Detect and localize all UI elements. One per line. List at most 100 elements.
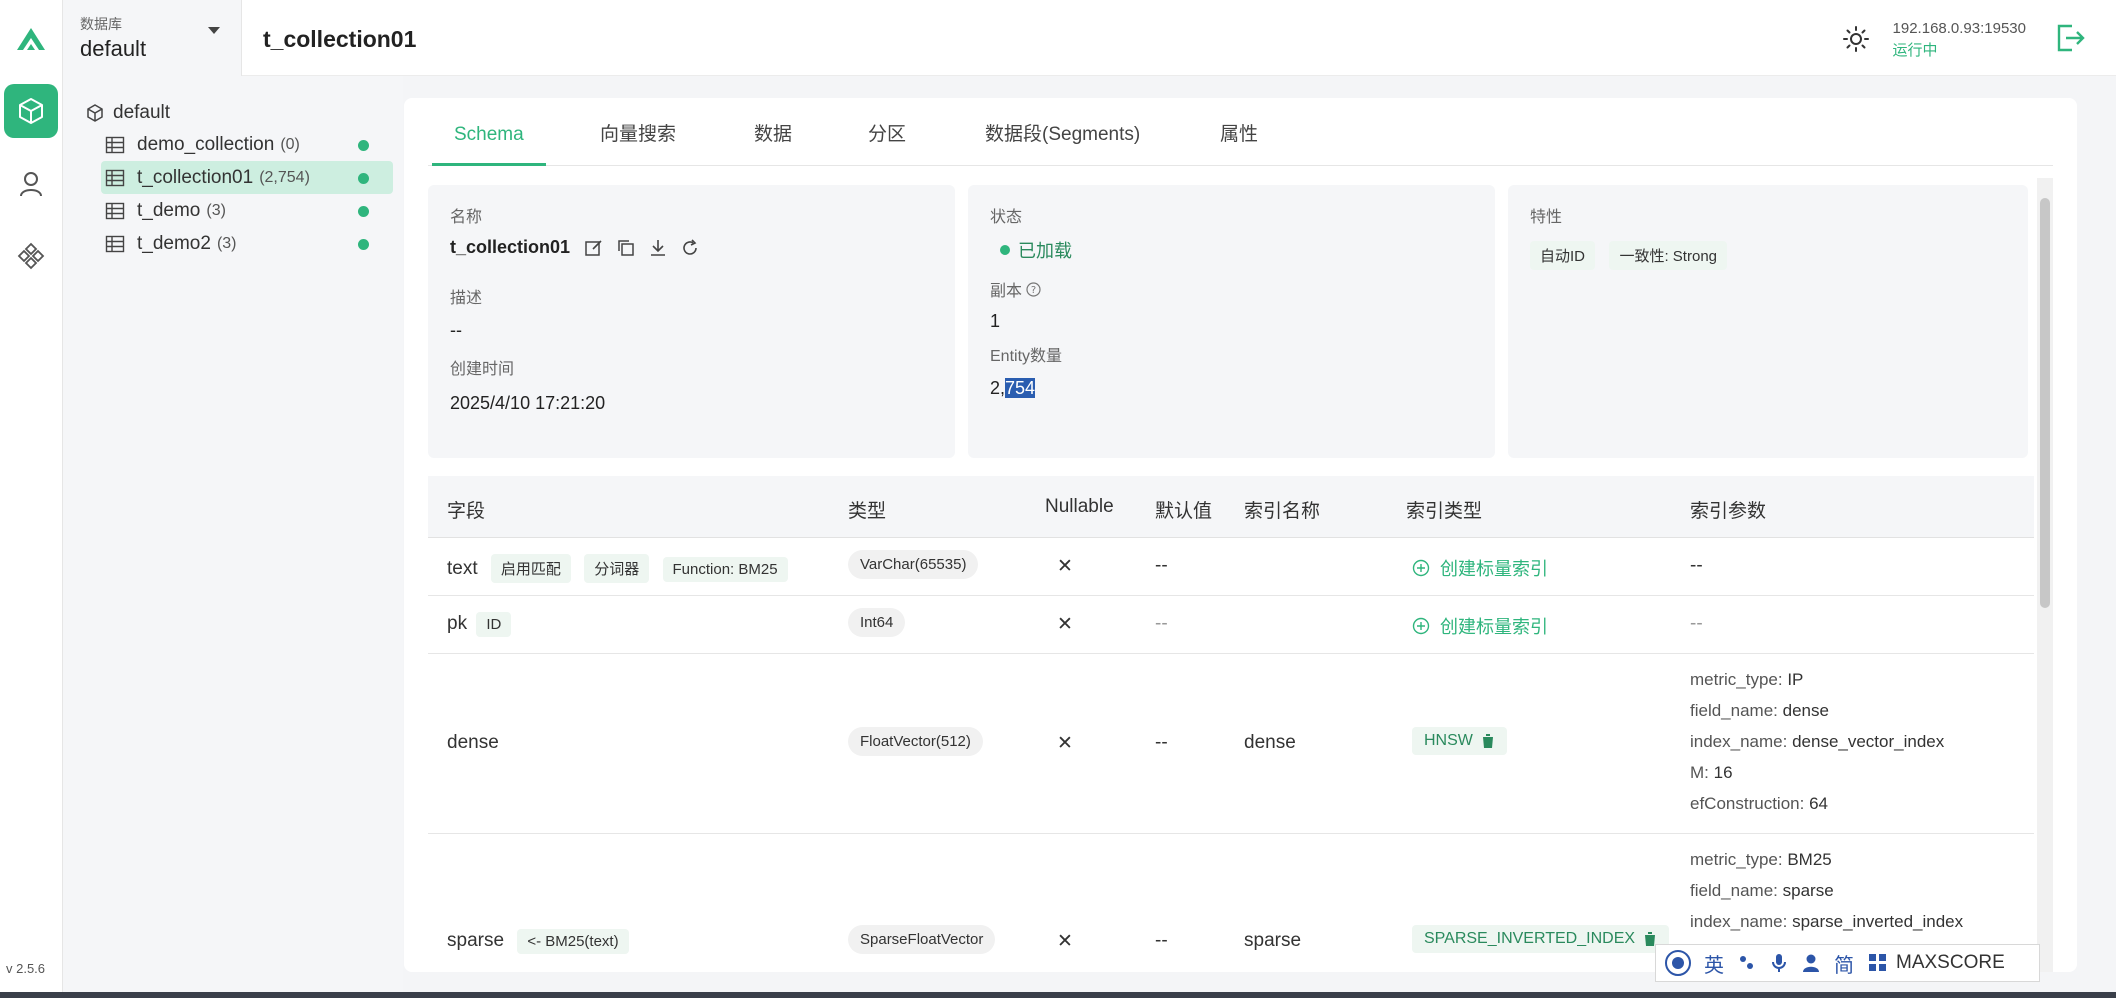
database-value: default bbox=[80, 36, 147, 61]
tree-root-label: default bbox=[113, 102, 171, 123]
state-value: 已加载 bbox=[1018, 241, 1072, 261]
create-scalar-index-link[interactable]: 创建标量索引 bbox=[1412, 555, 1548, 583]
scrollbar-thumb[interactable] bbox=[2040, 198, 2050, 608]
column-header-nullable: Nullable bbox=[1045, 496, 1114, 517]
nullable-value: ✕ bbox=[1057, 614, 1073, 635]
param-value: dense bbox=[1782, 701, 1829, 720]
create-scalar-index-label: 创建标量索引 bbox=[1440, 617, 1548, 637]
param-key: metric_type: bbox=[1690, 850, 1783, 869]
download-icon[interactable] bbox=[648, 238, 668, 258]
tree-item-count: (3) bbox=[206, 201, 226, 219]
edit-icon[interactable] bbox=[584, 238, 604, 258]
default-value: -- bbox=[1155, 555, 1168, 576]
tree-item-t-demo[interactable]: t_demo (3) bbox=[101, 194, 393, 227]
field-name: text bbox=[447, 558, 478, 579]
column-header-index-params: 索引参数 bbox=[1690, 501, 1767, 522]
ime-logo-icon[interactable] bbox=[1664, 949, 1692, 977]
type-chip: Int64 bbox=[848, 608, 906, 637]
field-tag: Function: BM25 bbox=[662, 557, 788, 582]
tree-item-label: t_collection01 bbox=[137, 166, 254, 188]
vertical-scrollbar[interactable] bbox=[2037, 178, 2053, 972]
refresh-icon[interactable] bbox=[680, 238, 700, 258]
index-params-list: metric_type: IP field_name: dense index_… bbox=[1690, 664, 1944, 819]
replica-value: 1 bbox=[990, 311, 1001, 331]
taskbar-strip bbox=[0, 992, 2116, 998]
detail-tabs: Schema 向量搜索 数据 分区 数据段(Segments) 属性 bbox=[428, 118, 2053, 166]
theme-toggle-icon[interactable] bbox=[1843, 26, 1869, 52]
logout-icon[interactable] bbox=[2054, 22, 2086, 54]
grid-menu-icon[interactable] bbox=[1868, 953, 1888, 973]
ime-toolbar[interactable]: 英 简 MAXSCORE bbox=[1655, 944, 2040, 982]
features-label: 特性 bbox=[1530, 209, 1563, 226]
param-key: field_name: bbox=[1690, 881, 1778, 900]
help-icon[interactable]: ? bbox=[1026, 281, 1041, 297]
table-icon bbox=[105, 235, 125, 252]
svg-text:?: ? bbox=[1031, 285, 1036, 296]
system-nav-button[interactable] bbox=[4, 229, 58, 283]
tab-segments[interactable]: 数据段(Segments) bbox=[985, 118, 1140, 166]
column-header-default: 默认值 bbox=[1155, 501, 1213, 522]
top-right-area: 192.168.0.93:19530 运行中 bbox=[1716, 0, 2116, 76]
feature-tag-auto-id: 自动ID bbox=[1530, 241, 1596, 270]
left-rail: v 2.5.6 bbox=[0, 0, 63, 998]
field-tag: <- BM25(text) bbox=[517, 929, 629, 954]
connection-info: 192.168.0.93:19530 运行中 bbox=[1893, 20, 2026, 60]
loaded-status-dot bbox=[358, 206, 369, 217]
top-bar: 数据库 default t_collection01 192.168.0.93:… bbox=[63, 0, 2116, 76]
tree-item-t-collection01[interactable]: t_collection01 (2,754) bbox=[101, 161, 393, 194]
collection-info-box: 名称 t_collection01 描述 -- 创建时间 2025/4/10 1… bbox=[428, 185, 955, 458]
tab-vector-search[interactable]: 向量搜索 bbox=[600, 118, 676, 166]
collection-tree: default demo_collection (0) t_collection… bbox=[63, 76, 403, 998]
tab-properties[interactable]: 属性 bbox=[1220, 118, 1258, 166]
entity-count-label: Entity数量 bbox=[990, 348, 1063, 365]
default-value: -- bbox=[1155, 613, 1168, 634]
tab-data[interactable]: 数据 bbox=[754, 118, 792, 166]
tab-partitions[interactable]: 分区 bbox=[868, 118, 906, 166]
field-cell: pk ID bbox=[447, 612, 512, 637]
field-cell: text 启用匹配 分词器 Function: BM25 bbox=[447, 554, 788, 583]
loaded-status-dot bbox=[358, 173, 369, 184]
tree-item-count: (0) bbox=[280, 135, 300, 153]
users-nav-button[interactable] bbox=[4, 157, 58, 211]
entity-count-value: 2,754 bbox=[990, 378, 1473, 399]
copy-icon[interactable] bbox=[616, 238, 636, 258]
param-value: sparse bbox=[1782, 881, 1834, 900]
user-profile-icon[interactable] bbox=[1802, 953, 1820, 973]
nodes-icon bbox=[17, 242, 45, 270]
microphone-icon[interactable] bbox=[1770, 953, 1788, 973]
features-info-box: 特性 自动ID 一致性: Strong bbox=[1508, 185, 2028, 458]
collections-nav-button[interactable] bbox=[4, 84, 58, 138]
tree-item-demo-collection[interactable]: demo_collection (0) bbox=[101, 128, 393, 161]
connection-status: 运行中 bbox=[1892, 42, 1938, 59]
entity-count-prefix: 2, bbox=[990, 378, 1006, 398]
feature-tag-consistency: 一致性: Strong bbox=[1609, 241, 1727, 270]
column-header-type: 类型 bbox=[848, 501, 887, 522]
create-scalar-index-link[interactable]: 创建标量索引 bbox=[1412, 613, 1548, 641]
field-name: pk bbox=[447, 613, 468, 634]
user-icon bbox=[20, 172, 42, 197]
field-name: dense bbox=[447, 732, 499, 753]
param-key: metric_type: bbox=[1690, 670, 1783, 689]
ime-language-toggle[interactable]: 英 bbox=[1704, 949, 1724, 978]
tab-schema[interactable]: Schema bbox=[432, 118, 546, 166]
description-label: 描述 bbox=[450, 290, 483, 307]
ime-simplified-toggle[interactable]: 简 bbox=[1834, 949, 1854, 978]
tree-item-label: demo_collection bbox=[137, 133, 275, 155]
tree-root-database[interactable]: default bbox=[63, 98, 403, 128]
entity-count-selection: 754 bbox=[1005, 378, 1036, 398]
default-value: -- bbox=[1155, 732, 1168, 753]
trash-icon[interactable] bbox=[1481, 733, 1495, 749]
table-row: text 启用匹配 分词器 Function: BM25 VarChar(655… bbox=[428, 538, 2034, 596]
param-key: index_name: bbox=[1690, 912, 1788, 931]
punctuation-icon[interactable] bbox=[1738, 954, 1756, 972]
collection-name: t_collection01 bbox=[450, 237, 571, 257]
milvus-logo-icon[interactable] bbox=[13, 24, 49, 56]
database-select[interactable]: 数据库 default bbox=[63, 0, 242, 76]
nullable-value: ✕ bbox=[1057, 931, 1073, 952]
index-type-chip: HNSW bbox=[1412, 727, 1507, 755]
nullable-value: ✕ bbox=[1057, 733, 1073, 754]
param-key: efConstruction: bbox=[1690, 794, 1805, 813]
table-row: dense FloatVector(512) ✕ -- dense HNSW m… bbox=[428, 654, 2034, 834]
tree-item-t-demo2[interactable]: t_demo2 (3) bbox=[101, 227, 393, 260]
param-value: 64 bbox=[1809, 794, 1828, 813]
